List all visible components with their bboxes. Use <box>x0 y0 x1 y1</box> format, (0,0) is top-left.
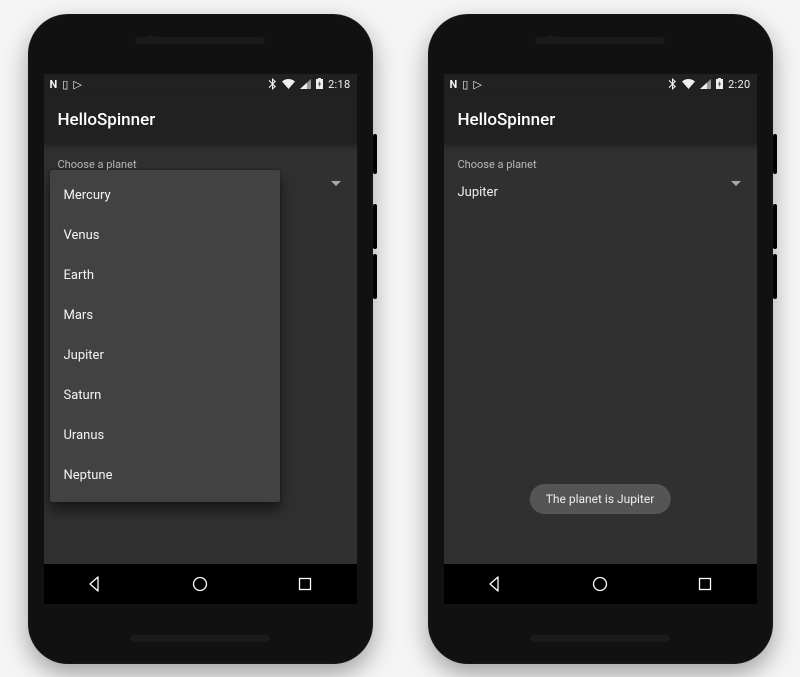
bottom-speaker <box>530 635 670 642</box>
spinner-label: Choose a planet <box>458 158 743 171</box>
spinner-selected-value: Jupiter <box>458 185 498 200</box>
spinner-label: Choose a planet <box>58 158 343 171</box>
app-bar: HelloSpinner <box>444 96 757 144</box>
android-n-icon: N <box>50 79 58 90</box>
battery-icon <box>716 78 723 91</box>
planet-dropdown-menu: Mercury Venus Earth Mars Jupiter Saturn … <box>50 170 280 502</box>
earpiece-speaker <box>135 37 265 44</box>
screen: N ▯ ▷ 2:20 Hell <box>444 74 757 604</box>
dropdown-item-mars[interactable]: Mars <box>50 296 280 336</box>
content-area: Choose a planet Mercury Mercury Venus Ea… <box>44 144 357 564</box>
planet-spinner[interactable]: Jupiter <box>458 175 743 211</box>
android-n-icon: N <box>450 79 458 90</box>
bluetooth-icon <box>268 78 277 92</box>
phone-portrait-icon: ▯ <box>62 79 68 90</box>
signal-icon <box>700 79 711 91</box>
battery-icon <box>316 78 323 91</box>
wifi-icon <box>682 79 695 91</box>
home-button[interactable] <box>191 575 209 593</box>
status-clock: 2:20 <box>728 78 750 91</box>
dropdown-item-saturn[interactable]: Saturn <box>50 376 280 416</box>
bottom-speaker <box>130 635 270 642</box>
home-button[interactable] <box>591 575 609 593</box>
volume-down-button[interactable] <box>373 254 377 299</box>
back-button[interactable] <box>87 576 103 592</box>
status-bar: N ▯ ▷ 2:18 <box>44 74 357 96</box>
navigation-bar <box>444 564 757 604</box>
controller-icon: ▷ <box>473 79 481 90</box>
back-button[interactable] <box>487 576 503 592</box>
device-frame: N ▯ ▷ 2:20 Hell <box>428 14 773 664</box>
volume-up-button[interactable] <box>773 204 777 249</box>
wifi-icon <box>282 79 295 91</box>
dropdown-item-mercury[interactable]: Mercury <box>50 176 280 216</box>
dropdown-item-venus[interactable]: Venus <box>50 216 280 256</box>
power-button[interactable] <box>373 134 377 174</box>
dropdown-item-uranus[interactable]: Uranus <box>50 416 280 456</box>
app-title: HelloSpinner <box>58 110 156 130</box>
content-area: Choose a planet Jupiter The planet is Ju… <box>444 144 757 564</box>
controller-icon: ▷ <box>73 79 81 90</box>
screen: N ▯ ▷ 2:18 Hell <box>44 74 357 604</box>
dropdown-item-earth[interactable]: Earth <box>50 256 280 296</box>
earpiece-speaker <box>535 37 665 44</box>
app-title: HelloSpinner <box>458 110 556 130</box>
status-clock: 2:18 <box>328 78 350 91</box>
bluetooth-icon <box>668 78 677 92</box>
app-bar: HelloSpinner <box>44 96 357 144</box>
dropdown-caret-icon <box>331 181 341 186</box>
volume-down-button[interactable] <box>773 254 777 299</box>
navigation-bar <box>44 564 357 604</box>
device-frame: N ▯ ▷ 2:18 Hell <box>28 14 373 664</box>
recents-button[interactable] <box>697 576 713 592</box>
dropdown-item-jupiter[interactable]: Jupiter <box>50 336 280 376</box>
dropdown-caret-icon <box>731 181 741 186</box>
recents-button[interactable] <box>297 576 313 592</box>
status-bar: N ▯ ▷ 2:20 <box>444 74 757 96</box>
power-button[interactable] <box>773 134 777 174</box>
phone-portrait-icon: ▯ <box>462 79 468 90</box>
dropdown-item-neptune[interactable]: Neptune <box>50 456 280 496</box>
toast-message: The planet is Jupiter <box>530 484 671 514</box>
volume-up-button[interactable] <box>373 204 377 249</box>
signal-icon <box>300 79 311 91</box>
